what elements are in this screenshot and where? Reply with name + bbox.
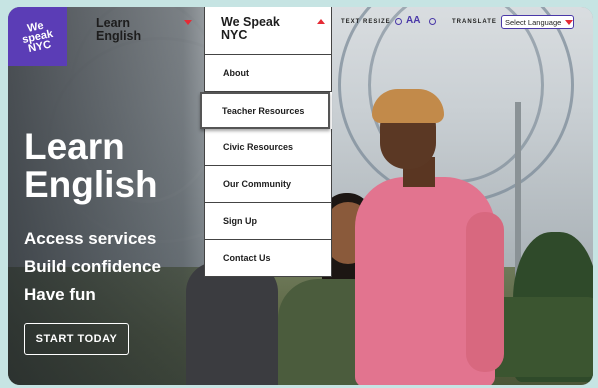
language-select[interactable]: Select Language xyxy=(501,15,574,29)
text-resize-label: TEXT RESIZE xyxy=(341,19,391,25)
menu-item-contact-us[interactable]: Contact Us xyxy=(204,240,332,277)
menu-item-sign-up[interactable]: Sign Up xyxy=(204,203,332,240)
person-dark-clothes xyxy=(186,262,278,385)
chevron-down-icon xyxy=(565,20,573,25)
translate-label: TRANSLATE xyxy=(452,19,497,25)
text-decrease-icon[interactable] xyxy=(395,18,402,25)
text-resize-letters[interactable]: AA xyxy=(406,15,420,26)
dropdown-menu: About Teacher Resources Civic Resources … xyxy=(200,55,332,277)
menu-item-about[interactable]: About xyxy=(204,55,332,92)
menu-item-civic-resources[interactable]: Civic Resources xyxy=(204,129,332,166)
chevron-up-icon[interactable] xyxy=(317,19,325,24)
we-speak-nyc-logo[interactable]: We speak NYC xyxy=(8,7,67,66)
menu-item-teacher-resources[interactable]: Teacher Resources xyxy=(200,92,330,129)
logo-text: We speak NYC xyxy=(20,19,55,55)
nav-learn-english[interactable]: Learn English xyxy=(96,17,141,65)
chevron-down-icon[interactable] xyxy=(184,20,192,25)
person-man-arm xyxy=(466,212,504,372)
hero-line-2: Build confidence xyxy=(24,257,161,276)
nav-we-speak-nyc-label: We Speak NYC xyxy=(221,15,280,42)
language-select-value: Select Language xyxy=(505,17,562,27)
page-frame: We speak NYC Learn English We Speak NYC … xyxy=(8,7,593,385)
person-man-hair xyxy=(372,89,444,123)
hero-title: Learn English xyxy=(24,126,158,205)
menu-item-our-community[interactable]: Our Community xyxy=(204,166,332,203)
start-today-button[interactable]: START TODAY xyxy=(24,323,129,355)
nav-we-speak-nyc[interactable]: We Speak NYC xyxy=(204,7,332,55)
text-increase-icon[interactable] xyxy=(429,18,436,25)
hero-line-3: Have fun xyxy=(24,285,96,304)
hero-line-1: Access services xyxy=(24,229,157,248)
